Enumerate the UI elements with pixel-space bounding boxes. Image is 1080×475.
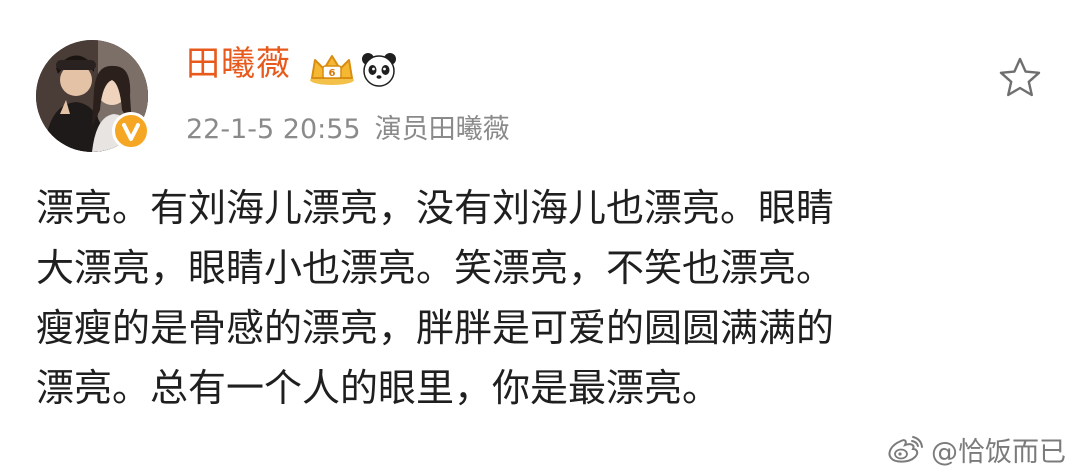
post-body-line: 瘦瘦的是骨感的漂亮，胖胖是可爱的圆圆满满的 bbox=[36, 306, 835, 350]
post-body: 漂亮。有刘海儿漂亮，没有刘海儿也漂亮。眼睛 大漂亮，眼睛小也漂亮。笑漂亮，不笑也… bbox=[36, 178, 1046, 418]
post-timestamp: 22-1-5 20:55 bbox=[186, 114, 361, 145]
weibo-post: 田曦薇 6 22-1-5 20:55 演员田曦薇 漂亮。有刘海儿漂亮，没有刘海儿也… bbox=[0, 0, 1080, 475]
verified-badge-icon bbox=[112, 112, 150, 150]
author-name[interactable]: 田曦薇 bbox=[186, 42, 291, 86]
crown-icon: 6 bbox=[310, 55, 354, 85]
post-source: 演员田曦薇 bbox=[374, 114, 510, 145]
avatar[interactable] bbox=[36, 40, 150, 152]
post-body-line: 大漂亮，眼睛小也漂亮。笑漂亮，不笑也漂亮。 bbox=[36, 246, 835, 290]
post-body-line: 漂亮。总有一个人的眼里，你是最漂亮。 bbox=[36, 366, 721, 410]
post-meta: 22-1-5 20:55 演员田曦薇 bbox=[186, 112, 510, 148]
watermark-text: @恰饭而已 bbox=[931, 436, 1066, 468]
svg-text:6: 6 bbox=[329, 68, 336, 79]
post-body-line: 漂亮。有刘海儿漂亮，没有刘海儿也漂亮。眼睛 bbox=[36, 186, 835, 230]
watermark: @恰饭而已 bbox=[885, 431, 1066, 468]
panda-icon bbox=[362, 53, 396, 87]
star-outline-icon[interactable] bbox=[996, 54, 1044, 102]
weibo-logo-icon bbox=[888, 436, 923, 463]
